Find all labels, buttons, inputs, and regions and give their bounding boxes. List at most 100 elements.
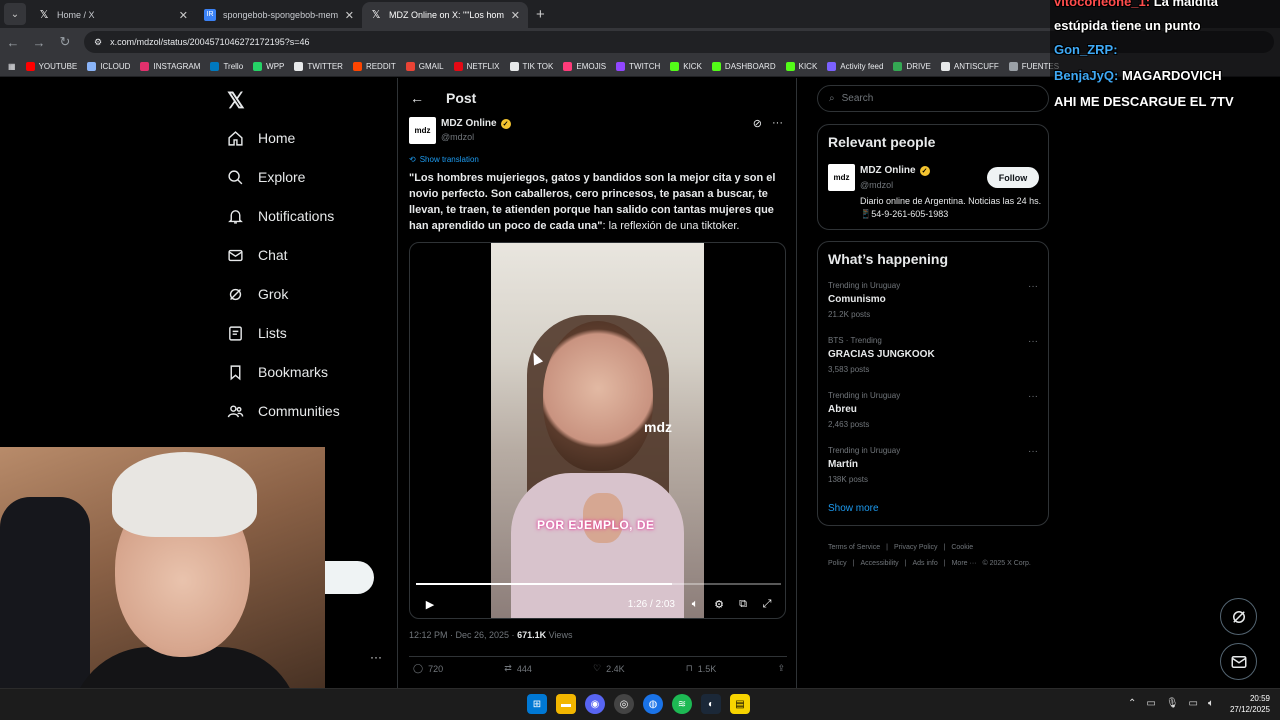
more-options-icon[interactable]: ··· — [370, 650, 382, 664]
show-more-link[interactable]: Show more — [828, 503, 879, 514]
bookmark-item[interactable]: ANTISCUFF — [940, 61, 999, 71]
grok-icon[interactable]: ⊘ — [753, 117, 762, 130]
x-logo-icon[interactable]: 𝕏 — [227, 88, 245, 114]
forward-arrow-icon[interactable]: → — [32, 35, 46, 50]
bookmark-item[interactable]: EMOJIS — [563, 61, 606, 71]
more-options-icon[interactable]: ··· — [1028, 446, 1038, 457]
browser-tab-home[interactable]: 𝕏 Home / X ✕ — [30, 2, 196, 28]
steam-icon[interactable]: ◐ — [701, 694, 721, 714]
bookmark-item[interactable]: ICLOUD — [87, 61, 130, 71]
spotify-icon[interactable]: ≋ — [672, 694, 692, 714]
bookmark-item[interactable]: YOUTUBE — [25, 61, 77, 71]
windows-start-icon[interactable]: ⊞ — [527, 694, 547, 714]
close-tab-icon[interactable]: ✕ — [345, 9, 354, 22]
bookmark-item[interactable]: DRIVE — [893, 61, 931, 71]
settings-gear-icon[interactable]: ⚙ — [707, 598, 731, 611]
nav-item-explore[interactable]: Explore — [226, 168, 305, 186]
reload-icon[interactable]: ↻ — [58, 34, 72, 50]
footer-link[interactable]: Accessibility — [861, 560, 899, 567]
bookmark-button[interactable]: ⊓ 1.5K — [686, 663, 717, 674]
bookmark-item[interactable]: KICK — [670, 61, 702, 71]
tab-search-button[interactable]: ⌄ — [4, 3, 26, 25]
video-player[interactable]: mdz POR EJEMPLO, DE ▶ 1:26 / 2:03 🔈︎ ⚙ ⧉… — [409, 242, 786, 619]
nav-item-lists[interactable]: Lists — [226, 324, 287, 342]
bookmark-item[interactable]: TIK TOK — [509, 61, 553, 71]
share-button[interactable]: ⇪ — [777, 663, 785, 674]
person-name[interactable]: MDZ Online ✓ — [860, 165, 930, 176]
bookmark-item[interactable]: REDDIT — [352, 61, 396, 71]
browser-tab-mdz-post[interactable]: 𝕏 MDZ Online on X: ""Los hombr ✕ — [362, 2, 528, 28]
nav-item-home[interactable]: Home — [226, 129, 295, 147]
bookmark-item[interactable]: INSTAGRAM — [140, 61, 200, 71]
volume-icon[interactable]: 🔈︎ — [1208, 698, 1214, 709]
microphone-icon[interactable]: 🎙︎ — [1166, 698, 1179, 709]
nav-item-bookmarks[interactable]: Bookmarks — [226, 363, 328, 381]
file-explorer-icon[interactable]: ▬ — [556, 694, 576, 714]
bookmark-item[interactable]: KICK — [785, 61, 817, 71]
footer-link[interactable]: Ads info — [912, 560, 937, 567]
like-button[interactable]: ♡ 2.4K — [593, 663, 625, 674]
author-handle[interactable]: @mdzol — [441, 132, 474, 142]
post-button-partial[interactable] — [325, 561, 374, 594]
nav-item-communities[interactable]: Communities — [226, 402, 340, 420]
chat-username: Gon_ZRP: — [1054, 42, 1118, 57]
close-tab-icon[interactable]: ✕ — [511, 9, 520, 22]
trend-item[interactable]: Trending in Uruguay Abreu 2,463 posts ··… — [828, 391, 1040, 429]
trend-item[interactable]: Trending in Uruguay Comunismo 21.2K post… — [828, 281, 1040, 319]
network-icon[interactable]: ▭ — [1189, 698, 1198, 709]
nav-item-grok[interactable]: Grok — [226, 285, 288, 303]
author-name[interactable]: MDZ Online ✓ — [441, 118, 511, 129]
site-info-icon[interactable]: ⚙ — [94, 37, 102, 48]
discord-icon[interactable]: ◉ — [585, 694, 605, 714]
chrome-icon[interactable]: ◍ — [643, 694, 663, 714]
bookmark-item[interactable]: NETFLIX — [453, 61, 500, 71]
messages-floating-button[interactable] — [1220, 643, 1257, 680]
repost-button[interactable]: ⇄ 444 — [504, 663, 532, 674]
reply-button[interactable]: ◯ 720 — [413, 663, 443, 674]
nav-item-notifications[interactable]: Notifications — [226, 207, 334, 225]
post-timestamp[interactable]: 12:12 PM · Dec 26, 2025 · — [409, 630, 517, 640]
obs-icon[interactable]: ◎ — [614, 694, 634, 714]
bookmark-item[interactable]: Activity feed — [827, 61, 883, 71]
more-options-icon[interactable]: ··· — [1028, 336, 1038, 347]
more-options-icon[interactable]: ··· — [772, 117, 783, 130]
trend-item[interactable]: BTS · Trending GRACIAS JUNGKOOK 3,583 po… — [828, 336, 1040, 374]
person-handle[interactable]: @mdzol — [860, 180, 893, 190]
bookmark-item[interactable]: WPP — [253, 61, 284, 71]
picture-in-picture-icon[interactable]: ⧉ — [731, 598, 755, 611]
taskbar-clock[interactable]: 20:59 27/12/2025 — [1230, 693, 1270, 715]
more-options-icon[interactable]: ··· — [1028, 281, 1038, 292]
video-progress-bar[interactable] — [416, 583, 781, 585]
back-arrow-icon[interactable]: ← — [6, 35, 20, 50]
bookmark-item[interactable]: Trello — [210, 61, 243, 71]
more-options-icon[interactable]: ··· — [1028, 391, 1038, 402]
show-translation-link[interactable]: ⟲ Show translation — [409, 155, 479, 164]
fullscreen-icon[interactable]: ⤢ — [755, 598, 779, 611]
bookmark-item[interactable]: GMAIL — [405, 61, 444, 71]
bookmark-item[interactable]: TWITCH — [616, 61, 660, 71]
language-flag-icon[interactable]: ▭ — [1146, 698, 1155, 709]
footer-link[interactable]: More ··· — [952, 560, 977, 567]
close-tab-icon[interactable]: ✕ — [179, 9, 188, 22]
footer-link[interactable]: Privacy Policy — [894, 544, 938, 551]
bookmark-item[interactable]: DASHBOARD — [711, 61, 776, 71]
play-icon[interactable]: ▶ — [418, 598, 442, 611]
chevron-up-icon[interactable]: ⌃ — [1128, 698, 1136, 709]
new-tab-button[interactable]: + — [536, 6, 545, 23]
back-arrow-icon[interactable]: ← — [410, 90, 424, 106]
avatar[interactable]: mdz — [828, 164, 855, 191]
footer-link[interactable]: © 2025 X Corp. — [982, 560, 1030, 567]
sticky-notes-icon[interactable]: ▤ — [730, 694, 750, 714]
trend-item[interactable]: Trending in Uruguay Martín 138K posts ··… — [828, 446, 1040, 484]
follow-button[interactable]: Follow — [987, 167, 1039, 188]
browser-tab-spongebob[interactable]: IR spongebob-spongebob-meme ✕ — [196, 2, 362, 28]
footer-link[interactable]: Terms of Service — [828, 544, 880, 551]
grok-floating-button[interactable] — [1220, 598, 1257, 635]
avatar[interactable]: mdz — [409, 117, 436, 144]
search-input[interactable]: ⌕ Search — [817, 85, 1049, 112]
bookmark-item[interactable]: TWITTER — [294, 61, 343, 71]
nav-item-chat[interactable]: Chat — [226, 246, 288, 264]
bookmark-favicon-icon — [294, 61, 304, 71]
apps-grid-icon[interactable]: ▦ — [8, 62, 16, 71]
volume-icon[interactable]: 🔈︎ — [683, 598, 707, 611]
